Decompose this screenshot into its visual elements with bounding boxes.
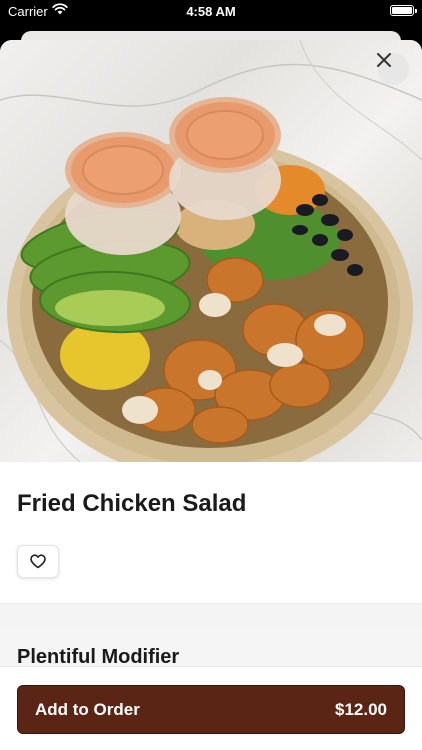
favorite-button[interactable]: [17, 545, 59, 578]
battery-icon: [390, 5, 417, 16]
section-divider: [0, 603, 422, 626]
heart-icon: [30, 554, 46, 569]
item-title: Fried Chicken Salad: [17, 490, 247, 517]
add-to-order-button[interactable]: Add to Order $12.00: [17, 685, 405, 734]
status-time: 4:58 AM: [186, 4, 236, 19]
add-to-order-label: Add to Order: [35, 699, 140, 719]
status-bar: Carrier 4:58 AM: [0, 0, 422, 24]
salad-bowl-illustration: [0, 40, 422, 462]
close-button[interactable]: [377, 53, 409, 85]
bottom-bar: Add to Order $12.00: [0, 666, 422, 750]
item-photo: [0, 40, 422, 462]
order-price: $12.00: [335, 699, 387, 719]
close-icon: [377, 53, 391, 67]
item-detail-sheet: Fried Chicken Salad Plentiful Modifier A…: [0, 40, 422, 750]
